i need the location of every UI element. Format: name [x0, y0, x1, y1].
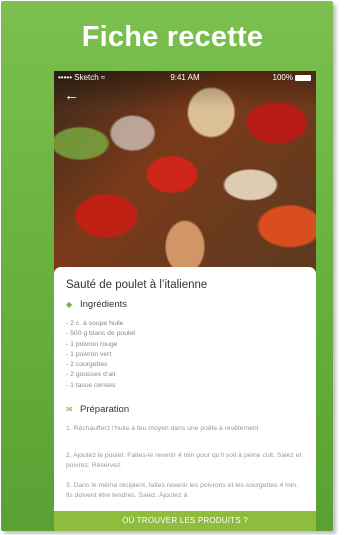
battery-indicator: 100%	[273, 71, 311, 85]
list-item: - 2 courgettes	[66, 361, 108, 369]
preparation-heading: ✉ Préparation	[66, 404, 130, 415]
list-item: - 2 c. à soupe huile	[66, 320, 124, 327]
list-item: - 1 poivron rouge	[66, 340, 118, 348]
list-item: - 500 g blanc de poulet	[66, 330, 136, 338]
card-title: Fiche recette	[81, 21, 264, 53]
leaf-icon: ◆	[66, 300, 73, 309]
recipe-title: Sauté de poulet à l’italienne	[66, 279, 208, 291]
where-to-find-products-button[interactable]: OÙ TROUVER LES PRODUITS ?	[54, 511, 316, 531]
preparation-step: 1. Réchaufferz l’huile à feu moyen dans …	[66, 425, 259, 432]
list-item: - 2 gousses d’ail	[66, 371, 116, 379]
preparation-step: 2. Ajoutez le poulet. Faites-le revenir …	[66, 452, 302, 469]
phone-screen: ••••• Sketch ≈ 9:41 AM 100% ← Sauté de p…	[54, 71, 316, 531]
recipe-photo	[54, 71, 316, 278]
recipe-sheet: Sauté de poulet à l’italienne ◆ Ingrédien…	[54, 267, 316, 531]
list-item: - 1 tasse cerises	[66, 381, 116, 389]
ingredients-list: - 2 c. à soupe huile - 500 g blanc de po…	[66, 319, 135, 391]
back-arrow-icon[interactable]: ←	[64, 87, 79, 104]
battery-icon	[295, 74, 311, 81]
list-item: - 1 poivron vert	[66, 350, 112, 358]
status-bar: ••••• Sketch ≈ 9:41 AM 100%	[54, 71, 316, 85]
preparation-step: 3. Dans le même récipient, faites reveni…	[66, 482, 298, 499]
envelope-icon: ✉	[66, 405, 73, 414]
ingredients-heading: ◆ Ingrédients	[66, 299, 128, 310]
